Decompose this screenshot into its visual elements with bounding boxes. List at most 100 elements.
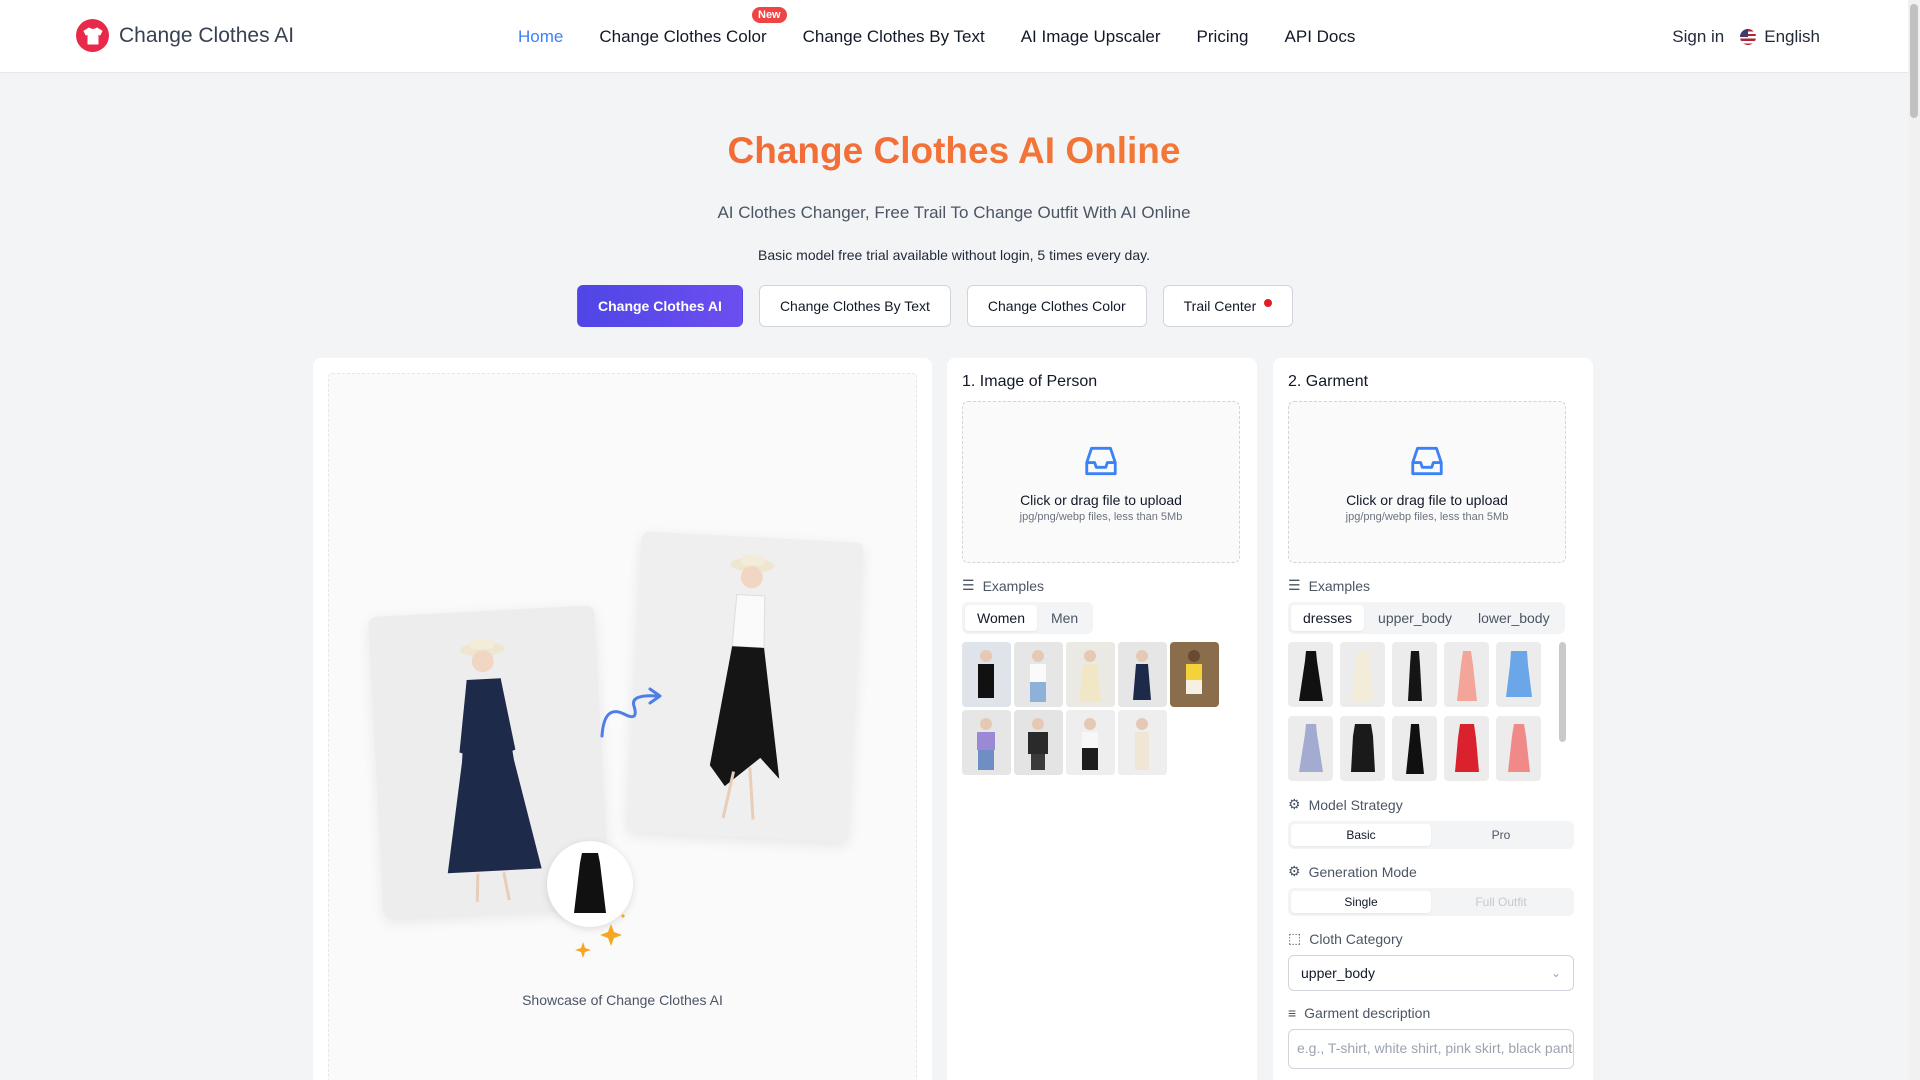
garment-example-thumb[interactable] — [1392, 642, 1437, 707]
person-upload-dropzone[interactable]: Click or drag file to upload jpg/png/web… — [962, 401, 1240, 563]
page-scrollbar[interactable] — [1908, 0, 1920, 1080]
person-example-thumb[interactable] — [962, 642, 1011, 707]
model-basic-option[interactable]: Basic — [1291, 824, 1431, 846]
person-panel-title: 1. Image of Person — [962, 373, 1098, 390]
garment-examples-label: Examples — [1308, 577, 1371, 594]
person-example-thumb[interactable] — [1118, 642, 1167, 707]
free-trial-note: Basic model free trial available without… — [758, 247, 1150, 263]
cloth-category-header: ⬚ Cloth Category — [1288, 930, 1578, 947]
model-strategy-toggle: Basic Pro — [1288, 821, 1574, 849]
sparkle-icon — [575, 914, 625, 958]
garment-example-thumb[interactable] — [1288, 642, 1333, 707]
person-example-thumb[interactable] — [1118, 710, 1167, 775]
text-lines-icon: ≡ — [1288, 1005, 1297, 1021]
garment-example-thumb[interactable] — [1496, 642, 1541, 707]
garment-upload-hint: jpg/png/webp files, less than 5Mb — [1345, 510, 1509, 523]
cloth-category-label: Cloth Category — [1309, 930, 1403, 947]
scrollbar-thumb[interactable] — [1910, 4, 1918, 118]
garment-example-thumb[interactable] — [1288, 715, 1333, 781]
cloth-category-value: upper_body — [1301, 965, 1375, 981]
garment-example-thumb[interactable] — [1340, 715, 1385, 781]
person-example-grid — [962, 642, 1242, 775]
list-icon: ☰ — [962, 577, 975, 593]
model-pro-option[interactable]: Pro — [1431, 824, 1571, 846]
person-example-thumb[interactable] — [1170, 642, 1219, 707]
tab-change-clothes-color[interactable]: Change Clothes Color — [966, 285, 1147, 327]
notification-dot — [1264, 299, 1273, 307]
header: Change Clothes AI Home Change Clothes Co… — [0, 0, 1920, 73]
garment-example-thumb[interactable] — [1444, 642, 1489, 707]
tab-women[interactable]: Women — [965, 605, 1037, 631]
sign-in-link[interactable]: Sign in — [1672, 27, 1724, 47]
generation-mode-toggle: Single Full Outfit — [1288, 888, 1574, 916]
tab-dresses[interactable]: dresses — [1291, 605, 1365, 631]
garment-example-tabs: dresses upper_body lower_body — [1288, 602, 1565, 634]
garment-panel: 2. Garment Click or drag file to upload … — [1273, 358, 1593, 1080]
language-label: English — [1764, 26, 1820, 46]
nav-change-clothes-by-text[interactable]: Change Clothes By Text — [803, 27, 985, 47]
generation-mode-label: Generation Mode — [1308, 863, 1417, 880]
model-strategy-header: ⚙ Model Strategy — [1288, 796, 1578, 813]
us-flag-icon — [1740, 28, 1757, 45]
person-example-tabs: Women Men — [962, 602, 1094, 634]
person-example-thumb[interactable] — [1014, 642, 1063, 707]
tab-upper-body[interactable]: upper_body — [1366, 605, 1464, 631]
inbox-icon — [1411, 446, 1443, 475]
showcase-panel: Showcase of Change Clothes AI — [313, 358, 932, 1080]
page-title: Change Clothes AI Online — [0, 130, 1908, 172]
garment-grid-scrollbar[interactable] — [1559, 642, 1566, 742]
nav-pricing[interactable]: Pricing — [1197, 27, 1249, 47]
garment-upload-text: Click or drag file to upload — [1346, 491, 1508, 508]
chevron-down-icon: ⌄ — [1550, 966, 1561, 980]
tab-change-clothes-ai[interactable]: Change Clothes AI — [577, 285, 743, 327]
main-nav: Home Change Clothes Color New Change Clo… — [518, 0, 1355, 73]
gear-icon: ⚙ — [1288, 863, 1301, 879]
person-example-thumb[interactable] — [1066, 642, 1115, 707]
person-example-thumb[interactable] — [1066, 710, 1115, 775]
tab-change-clothes-by-text[interactable]: Change Clothes By Text — [758, 285, 951, 327]
garment-example-thumb[interactable] — [1496, 715, 1541, 781]
nav-home[interactable]: Home — [518, 27, 563, 47]
person-upload-text: Click or drag file to upload — [1020, 491, 1182, 508]
garment-description-header: ≡ Garment description — [1288, 1005, 1578, 1021]
person-examples-label: Examples — [982, 577, 1045, 594]
person-example-thumb[interactable] — [962, 710, 1011, 775]
gear-icon: ⚙ — [1288, 796, 1301, 812]
logo-text: Change Clothes AI — [119, 23, 295, 47]
garment-upload-dropzone[interactable]: Click or drag file to upload jpg/png/web… — [1288, 401, 1566, 563]
tag-icon: ⬚ — [1288, 930, 1302, 946]
tab-trail-center[interactable]: Trail Center — [1162, 285, 1294, 327]
new-badge: New — [752, 6, 787, 23]
garment-example-thumb[interactable] — [1392, 715, 1437, 781]
person-upload-hint: jpg/png/webp files, less than 5Mb — [1019, 510, 1183, 523]
tab-lower-body[interactable]: lower_body — [1466, 605, 1562, 631]
language-selector[interactable]: English — [1740, 27, 1820, 47]
garment-description-label: Garment description — [1304, 1005, 1431, 1021]
tab-trail-center-label: Trail Center — [1183, 298, 1257, 314]
nav-change-clothes-color-label: Change Clothes Color — [599, 26, 767, 46]
nav-ai-image-upscaler[interactable]: AI Image Upscaler — [1021, 27, 1161, 47]
nav-api-docs[interactable]: API Docs — [1285, 27, 1356, 47]
model-strategy-label: Model Strategy — [1308, 796, 1403, 813]
person-example-thumb[interactable] — [1014, 710, 1063, 775]
nav-change-clothes-color[interactable]: Change Clothes Color New — [599, 6, 787, 47]
garment-examples-header: ☰ Examples — [1288, 577, 1578, 594]
list-icon: ☰ — [1288, 577, 1301, 593]
garment-panel-title: 2. Garment — [1288, 373, 1369, 390]
mode-full-outfit-option: Full Outfit — [1475, 895, 1527, 909]
header-right: Sign in English — [1672, 0, 1820, 73]
showcase-caption: Showcase of Change Clothes AI — [522, 992, 723, 1008]
transform-arrow-icon — [600, 687, 662, 738]
inbox-icon — [1085, 446, 1117, 475]
page-subtitle: AI Clothes Changer, Free Trail To Change… — [717, 203, 1191, 222]
logo[interactable]: Change Clothes AI — [76, 19, 294, 52]
garment-description-input[interactable]: e.g., T-shirt, white shirt, pink skirt, … — [1288, 1029, 1574, 1069]
mode-single-option[interactable]: Single — [1291, 891, 1431, 913]
garment-example-grid — [1288, 642, 1566, 782]
person-panel: 1. Image of Person Click or drag file to… — [947, 358, 1257, 1080]
garment-example-thumb[interactable] — [1444, 715, 1489, 781]
tab-men[interactable]: Men — [1039, 605, 1090, 631]
garment-example-thumb[interactable] — [1340, 642, 1385, 707]
generation-mode-header: ⚙ Generation Mode — [1288, 863, 1578, 880]
cloth-category-select[interactable]: upper_body ⌄ — [1288, 955, 1574, 991]
